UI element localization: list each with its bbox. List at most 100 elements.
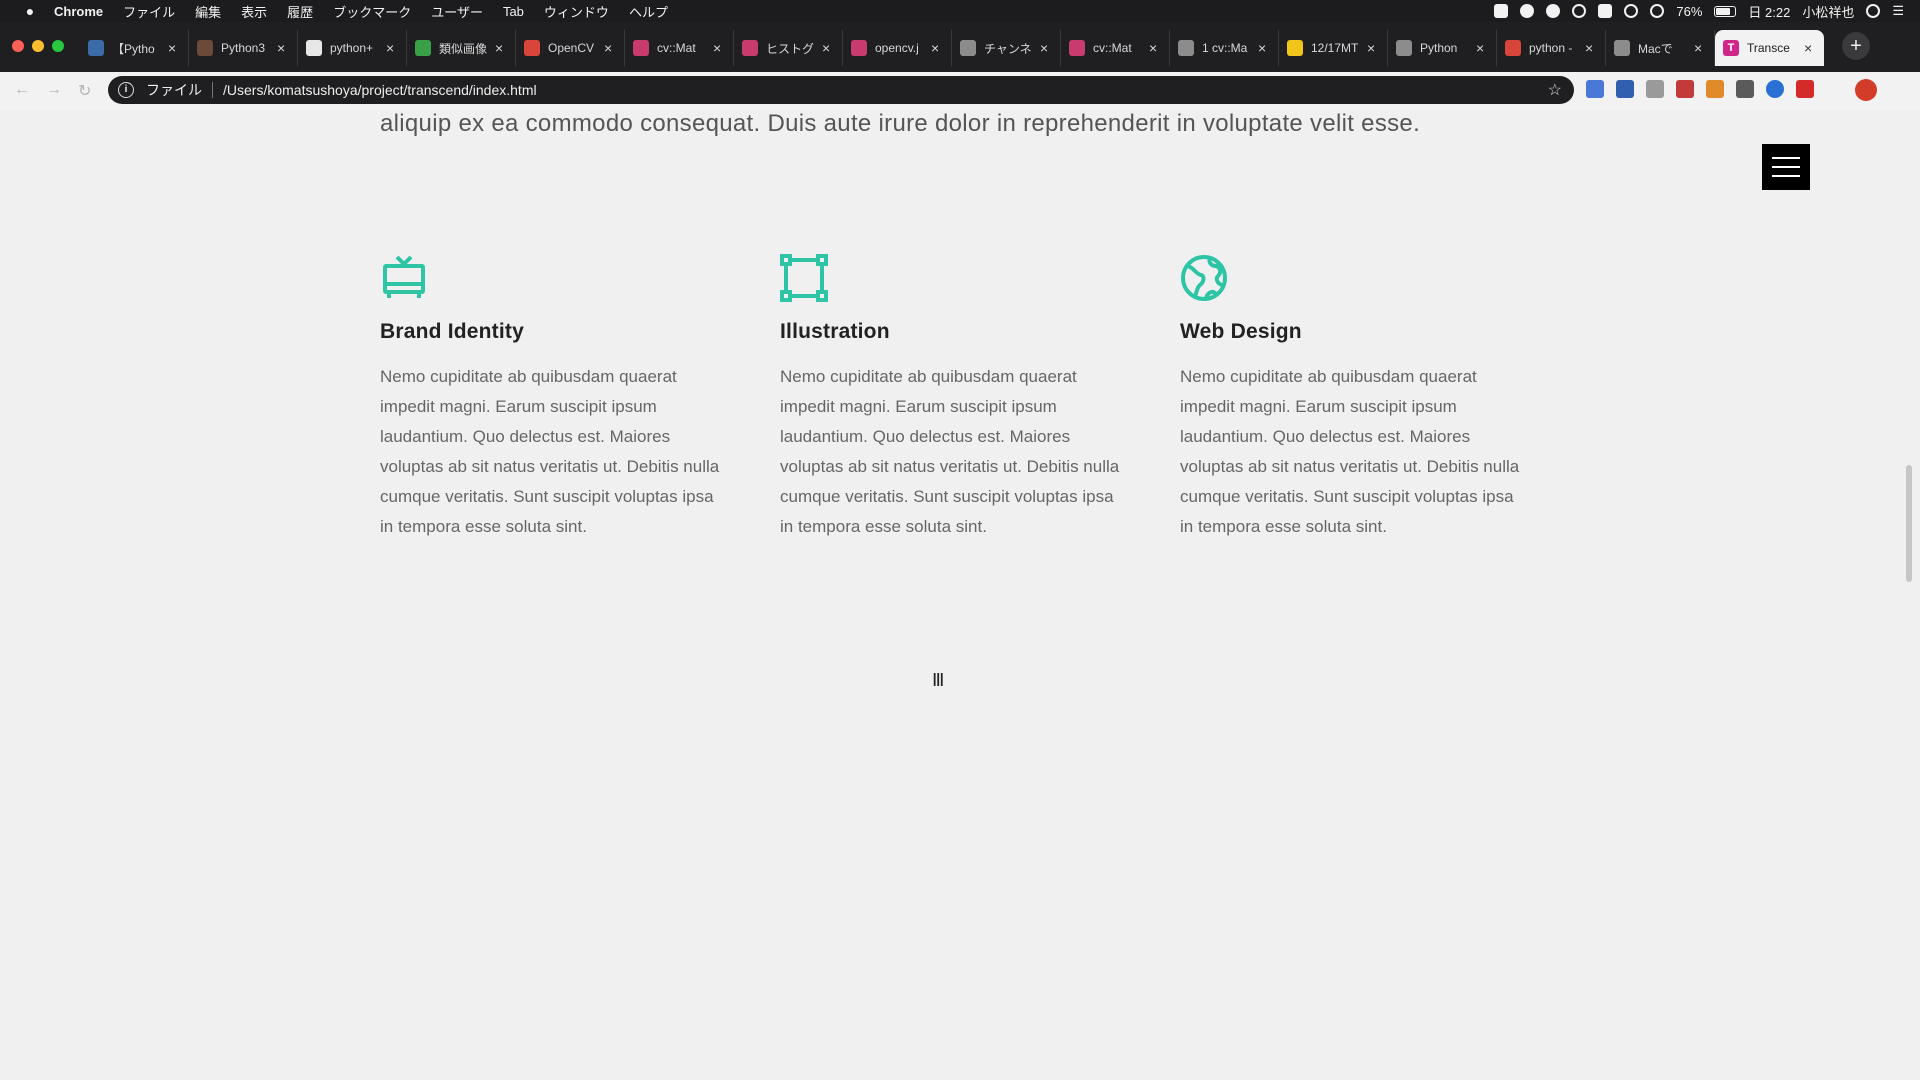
metamask-extension-icon[interactable] — [1706, 80, 1724, 98]
tab-title: opencv.j — [875, 41, 919, 55]
menu-clock[interactable]: 日 2:22 — [1748, 2, 1790, 21]
menu-bookmarks[interactable]: ブックマーク — [333, 2, 411, 21]
chat-extension-icon[interactable] — [1646, 80, 1664, 98]
menu-window[interactable]: ウィンドウ — [544, 2, 609, 21]
menu-toggle-button[interactable] — [1762, 144, 1810, 190]
spotlight-search-icon[interactable] — [1866, 4, 1881, 18]
site-info-icon[interactable]: i — [118, 82, 134, 98]
address-bar[interactable]: i ファイル /Users/komatsushoya/project/trans… — [108, 76, 1574, 104]
tab-close-icon[interactable]: × — [931, 40, 943, 56]
menu-people[interactable]: ユーザー — [431, 2, 483, 21]
browser-tab[interactable]: Macで × — [1606, 30, 1715, 66]
page-scrollbar[interactable] — [1906, 465, 1912, 582]
tab-close-icon[interactable]: × — [1476, 40, 1488, 56]
tab-close-icon[interactable]: × — [1258, 40, 1270, 56]
grammarly-status-icon[interactable] — [1520, 4, 1535, 18]
close-window-button[interactable] — [12, 40, 24, 52]
browser-tab[interactable]: 【Pytho × — [80, 30, 189, 66]
hamburger-line — [1772, 166, 1800, 168]
record-status-icon[interactable] — [1494, 4, 1509, 18]
tab-close-icon[interactable]: × — [822, 40, 834, 56]
dictionary-extension-icon[interactable] — [1616, 80, 1634, 98]
menu-history[interactable]: 履歴 — [287, 2, 313, 21]
feature-brand-identity: Brand Identity Nemo cupiditate ab quibus… — [380, 254, 720, 542]
tab-favicon-icon — [524, 40, 540, 56]
tab-close-icon[interactable]: × — [386, 40, 398, 56]
browser-tab[interactable]: cv::Mat × — [1061, 30, 1170, 66]
menu-help[interactable]: ヘルプ — [629, 2, 668, 21]
browser-tab[interactable]: python - × — [1497, 30, 1606, 66]
translate-extension-icon[interactable] — [1586, 80, 1604, 98]
app-extension-icon[interactable] — [1766, 80, 1784, 98]
text-cursor-icon: Ⅲ — [932, 670, 945, 691]
tab-title: 12/17MT — [1311, 41, 1359, 55]
url-text[interactable]: /Users/komatsushoya/project/transcend/in… — [223, 82, 1548, 98]
browser-tab[interactable]: ヒストグ × — [734, 30, 843, 66]
browser-tab[interactable]: 類似画像 × — [407, 30, 516, 66]
minimize-window-button[interactable] — [32, 40, 44, 52]
tab-close-icon[interactable]: × — [277, 40, 289, 56]
tab-favicon-icon — [306, 40, 322, 56]
notification-center-icon[interactable]: ☰ — [1892, 3, 1904, 19]
apple-menu-icon[interactable]: ● — [20, 3, 40, 19]
forward-button[interactable]: → — [46, 81, 62, 101]
creative-cloud-icon[interactable] — [1572, 4, 1587, 18]
gif-extension-icon[interactable] — [1676, 80, 1694, 98]
tab-close-icon[interactable]: × — [1585, 40, 1597, 56]
tab-title: python+ — [330, 41, 374, 55]
tab-close-icon[interactable]: × — [168, 40, 180, 56]
wifi-icon[interactable] — [1650, 4, 1665, 18]
battery-icon[interactable] — [1714, 5, 1737, 17]
tab-close-icon[interactable]: × — [1694, 40, 1706, 56]
app-status-icon[interactable] — [1546, 4, 1561, 18]
feature-title: Brand Identity — [380, 320, 524, 343]
tab-close-icon[interactable]: × — [713, 40, 725, 56]
browser-tab[interactable]: 12/17MT × — [1279, 30, 1388, 66]
menu-view[interactable]: 表示 — [241, 2, 267, 21]
browser-tab[interactable]: T Transce × — [1715, 30, 1824, 66]
bluetooth-icon[interactable] — [1624, 4, 1639, 18]
tab-close-icon[interactable]: × — [1149, 40, 1161, 56]
tab-close-icon[interactable]: × — [1367, 40, 1379, 56]
back-button[interactable]: ← — [14, 81, 30, 101]
reload-button[interactable]: ↻ — [78, 81, 91, 101]
menu-tab[interactable]: Tab — [503, 4, 524, 19]
tab-favicon-icon: T — [1723, 40, 1739, 56]
tab-close-icon[interactable]: × — [1804, 40, 1816, 56]
new-tab-button[interactable]: + — [1842, 32, 1870, 60]
tab-title: Macで — [1638, 41, 1673, 56]
hamburger-line — [1772, 157, 1800, 159]
browser-tab[interactable]: 1 cv::Ma × — [1170, 30, 1279, 66]
feature-description: Nemo cupiditate ab quibusdam quaerat imp… — [1180, 367, 1520, 536]
tab-favicon-icon — [1505, 40, 1521, 56]
tab-title: ヒストグ — [766, 41, 814, 56]
browser-tab[interactable]: OpenCV × — [516, 30, 625, 66]
menu-app-name[interactable]: Chrome — [54, 4, 103, 19]
bookmark-star-icon[interactable]: ☆ — [1548, 80, 1562, 100]
web-page: aliquip ex ea commodo consequat. Duis au… — [0, 110, 1920, 1080]
browser-tab[interactable]: チャンネ × — [952, 30, 1061, 66]
tab-favicon-icon — [88, 40, 104, 56]
browser-tab[interactable]: python+ × — [298, 30, 407, 66]
status-area: 76% 日 2:22 小松祥也 ☰ — [1494, 0, 1904, 22]
feature-illustration: Illustration Nemo cupiditate ab quibusda… — [780, 254, 1120, 542]
tab-close-icon[interactable]: × — [1040, 40, 1052, 56]
window-controls — [12, 40, 64, 52]
browser-tab[interactable]: opencv.j × — [843, 30, 952, 66]
selenium-extension-icon[interactable] — [1736, 80, 1754, 98]
tab-title: Transce — [1747, 41, 1790, 55]
browser-tab[interactable]: Python × — [1388, 30, 1497, 66]
menu-user-name[interactable]: 小松祥也 — [1802, 2, 1854, 21]
video-extension-icon[interactable] — [1796, 80, 1814, 98]
tab-close-icon[interactable]: × — [495, 40, 507, 56]
tab-favicon-icon — [1287, 40, 1303, 56]
menu-edit[interactable]: 編集 — [195, 2, 221, 21]
profile-avatar[interactable] — [1855, 79, 1877, 101]
zoom-window-button[interactable] — [52, 40, 64, 52]
browser-tab[interactable]: cv::Mat × — [625, 30, 734, 66]
browser-tab[interactable]: Python3 × — [189, 30, 298, 66]
menu-file[interactable]: ファイル — [123, 2, 175, 21]
tab-close-icon[interactable]: × — [604, 40, 616, 56]
tab-title: チャンネ — [984, 41, 1032, 56]
input-method-icon[interactable] — [1598, 4, 1613, 18]
